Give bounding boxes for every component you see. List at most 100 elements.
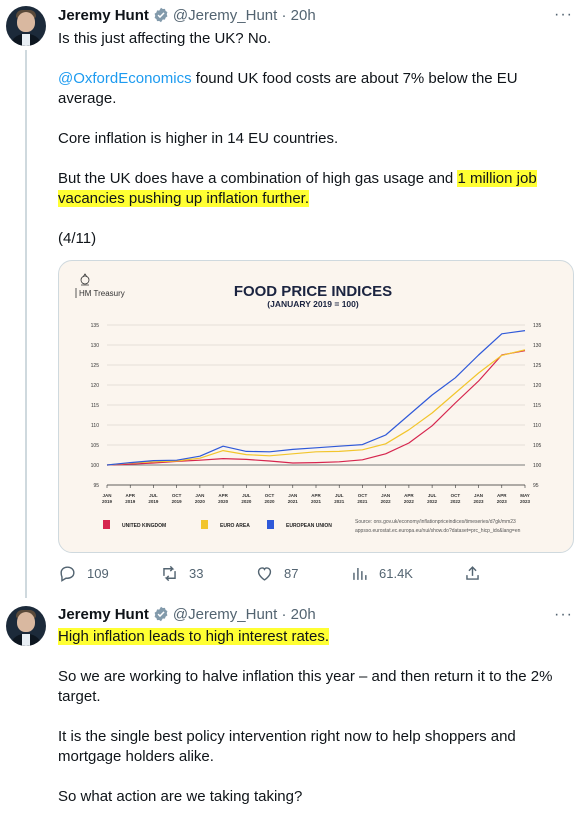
x-tick-label: APR — [404, 493, 414, 498]
x-tick-label: MAY — [520, 493, 530, 498]
x-tick-label: 2023 — [474, 499, 485, 504]
y-tick-label: 95 — [533, 483, 539, 489]
x-tick-label: OCT — [265, 493, 275, 498]
x-tick-label: 2022 — [381, 499, 392, 504]
separator: · — [281, 606, 287, 623]
more-options-icon[interactable]: ··· — [554, 6, 573, 24]
x-tick-label: APR — [497, 493, 507, 498]
x-tick-label: JAN — [288, 493, 297, 498]
x-tick-label: OCT — [172, 493, 182, 498]
x-axis: JAN2019APR2019JUL2019OCT2019JAN2020APR20… — [102, 484, 531, 504]
x-tick-label: 2021 — [311, 499, 322, 504]
x-tick-label: 2021 — [357, 499, 368, 504]
text-line: @OxfordEconomics found UK food costs are… — [58, 69, 573, 89]
verified-badge-icon — [153, 606, 169, 622]
reply-button[interactable]: 109 — [58, 562, 109, 584]
avatar[interactable] — [6, 6, 46, 46]
thread-count: (4/11) — [58, 230, 97, 247]
x-tick-label: 2023 — [497, 499, 508, 504]
x-tick-label: JUL — [428, 493, 437, 498]
avatar[interactable] — [6, 606, 46, 646]
y-tick-label: 120 — [533, 383, 542, 389]
text-line: High inflation leads to high interest ra… — [58, 627, 573, 647]
y-axis-left: 135 130 125 120 115 110 105 100 95 — [91, 323, 100, 489]
x-tick-label: APR — [218, 493, 228, 498]
x-tick-label: JAN — [381, 493, 390, 498]
author-name[interactable]: Jeremy Hunt — [58, 606, 149, 623]
mention-link[interactable]: @OxfordEconomics — [58, 70, 192, 87]
x-tick-label: 2021 — [334, 499, 345, 504]
text-line: average. — [58, 90, 117, 107]
y-tick-label: 135 — [91, 323, 100, 329]
thread-line — [25, 50, 27, 598]
x-tick-label: APR — [311, 493, 321, 498]
text-line: target. — [58, 688, 101, 705]
legend-label: EUROPEAN UNION — [286, 523, 332, 529]
x-tick-label: 2020 — [195, 499, 206, 504]
like-count: 87 — [284, 565, 299, 581]
highlighted-text: 1 million job — [457, 170, 537, 187]
x-tick-label: 2019 — [125, 499, 136, 504]
y-tick-label: 105 — [91, 443, 100, 449]
author-handle[interactable]: @Jeremy_Hunt — [173, 7, 277, 24]
y-tick-label: 130 — [533, 343, 542, 349]
x-tick-label: 2021 — [288, 499, 299, 504]
text-line: vacancies pushing up inflation further. — [58, 189, 573, 209]
highlighted-text: vacancies pushing up inflation further. — [58, 190, 309, 207]
org-name: HM Treasury — [79, 289, 125, 298]
y-tick-label: 120 — [91, 383, 100, 389]
view-count: 61.4K — [379, 565, 413, 581]
y-tick-label: 100 — [91, 463, 100, 469]
reply-count: 109 — [87, 565, 109, 581]
x-tick-label: JAN — [195, 493, 204, 498]
more-options-icon[interactable]: ··· — [554, 606, 573, 624]
y-tick-label: 100 — [533, 463, 542, 469]
x-tick-label: 2023 — [520, 499, 531, 504]
views-icon — [353, 567, 367, 580]
tweet-header: Jeremy Hunt @Jeremy_Hunt · 20h — [58, 6, 316, 26]
verified-badge-icon — [153, 7, 169, 23]
like-button[interactable]: 87 — [255, 562, 298, 584]
x-tick-label: OCT — [451, 493, 461, 498]
y-tick-label: 110 — [533, 423, 541, 429]
text-span: But the UK does have a combination of hi… — [58, 170, 458, 187]
x-tick-label: APR — [125, 493, 135, 498]
x-tick-label: JUL — [149, 493, 158, 498]
food-price-chart: HM Treasury FOOD PRICE INDICES (JANUARY … — [75, 273, 542, 534]
text-line: It is the single best policy interventio… — [58, 728, 516, 745]
x-tick-label: 2020 — [218, 499, 229, 504]
x-tick-label: 2019 — [102, 499, 113, 504]
timestamp[interactable]: 20h — [291, 7, 316, 24]
y-tick-label: 135 — [533, 323, 542, 329]
y-tick-label: 110 — [91, 423, 99, 429]
y-tick-label: 125 — [533, 363, 542, 369]
x-tick-label: 2020 — [265, 499, 276, 504]
text-line: But the UK does have a combination of hi… — [58, 169, 573, 189]
y-tick-label: 105 — [533, 443, 542, 449]
x-tick-label: JUL — [242, 493, 251, 498]
chart-image[interactable]: HM Treasury FOOD PRICE INDICES (JANUARY … — [58, 260, 574, 553]
heart-icon — [257, 566, 272, 581]
text-line: Is this just affecting the UK? No. — [58, 30, 272, 47]
author-name[interactable]: Jeremy Hunt — [58, 7, 149, 24]
share-button[interactable] — [463, 562, 492, 584]
legend-label: UNITED KINGDOM — [122, 523, 166, 529]
x-tick-label: 2020 — [241, 499, 252, 504]
y-tick-label: 115 — [533, 403, 541, 409]
chart-legend: UNITED KINGDOM EURO AREA EUROPEAN UNION — [103, 520, 332, 529]
timestamp[interactable]: 20h — [291, 606, 316, 623]
separator: · — [281, 7, 287, 24]
views-button[interactable]: 61.4K — [350, 562, 413, 584]
y-axis-right: 135 130 125 120 115 110 105 100 95 — [533, 323, 542, 489]
x-tick-label: JAN — [102, 493, 111, 498]
x-tick-label: JAN — [474, 493, 483, 498]
x-tick-label: 2019 — [172, 499, 183, 504]
chart-subtitle: (JANUARY 2019 = 100) — [267, 299, 359, 309]
x-tick-label: JUL — [335, 493, 344, 498]
text-line: Core inflation is higher in 14 EU countr… — [58, 130, 339, 147]
author-handle[interactable]: @Jeremy_Hunt — [173, 606, 277, 623]
x-tick-label: 2019 — [148, 499, 159, 504]
retweet-icon — [163, 565, 176, 581]
retweet-button[interactable]: 33 — [160, 562, 203, 584]
tweet-text: High inflation leads to high interest ra… — [58, 627, 573, 807]
